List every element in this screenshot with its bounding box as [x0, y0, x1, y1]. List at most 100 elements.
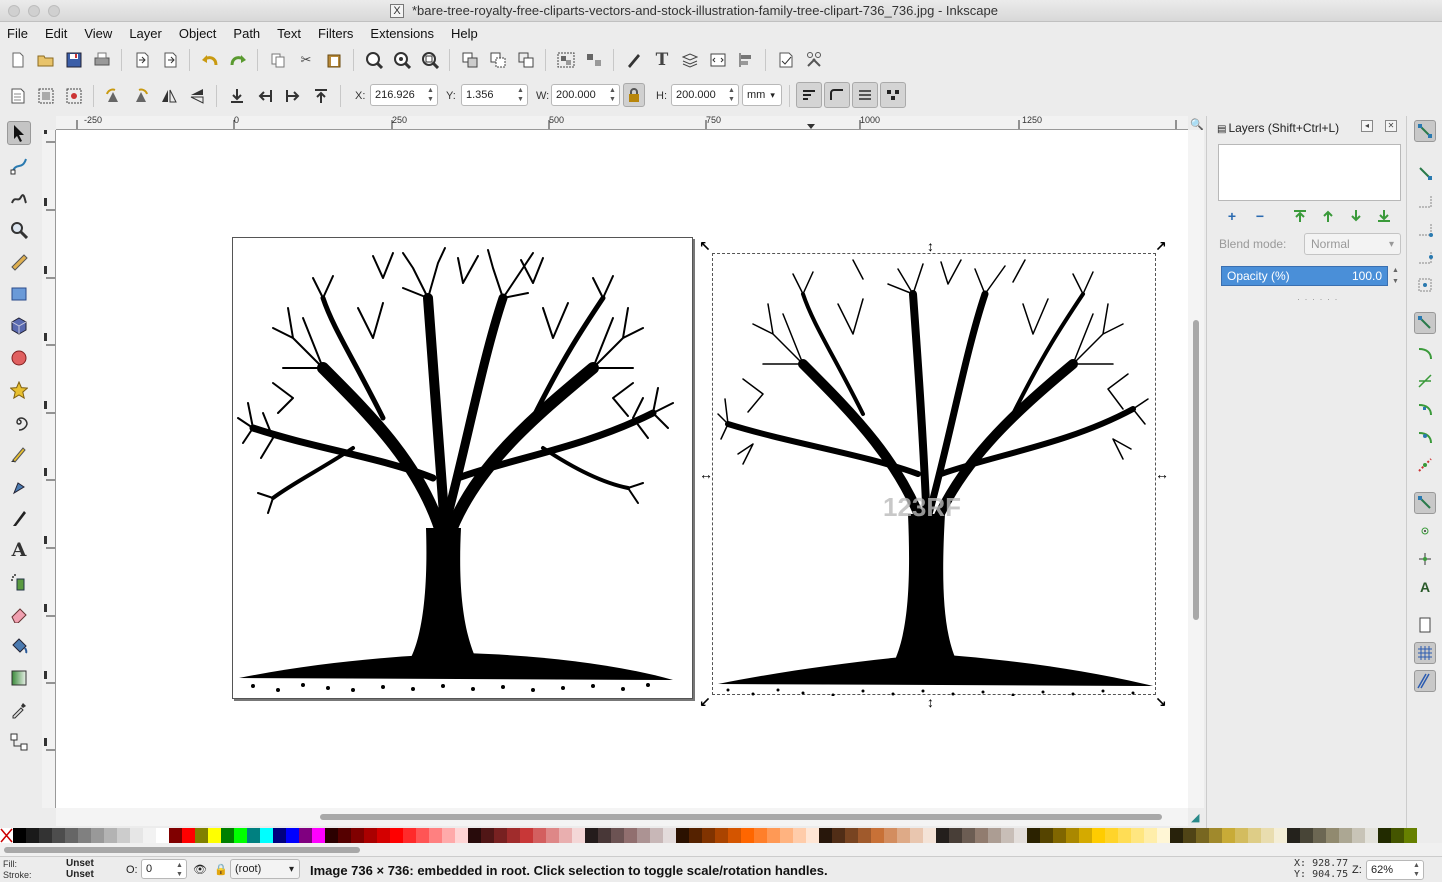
- tweak-tool-icon[interactable]: [7, 186, 31, 210]
- horizontal-scrollbar[interactable]: [56, 808, 1188, 826]
- color-swatch[interactable]: [182, 828, 195, 843]
- x-stepper[interactable]: ▲ ▼: [426, 86, 435, 104]
- dropper-tool-icon[interactable]: [7, 698, 31, 722]
- zoom-field[interactable]: 62% ▲ ▼: [1366, 860, 1424, 880]
- color-swatch[interactable]: [598, 828, 611, 843]
- panel-close-icon[interactable]: ✕: [1385, 120, 1397, 132]
- color-swatch[interactable]: [286, 828, 299, 843]
- paint-bucket-tool-icon[interactable]: [7, 634, 31, 658]
- color-swatch[interactable]: [1404, 828, 1417, 843]
- layer-list[interactable]: [1218, 144, 1401, 201]
- color-swatch[interactable]: [871, 828, 884, 843]
- zoom-page-icon[interactable]: [419, 49, 441, 71]
- calligraphy-tool-icon[interactable]: [7, 506, 31, 530]
- color-swatch[interactable]: [1079, 828, 1092, 843]
- snap-text-baseline-icon[interactable]: A: [1414, 576, 1436, 598]
- snap-enable-icon[interactable]: [1414, 120, 1436, 142]
- color-swatch[interactable]: [273, 828, 286, 843]
- color-swatch[interactable]: [429, 828, 442, 843]
- color-swatch[interactable]: [754, 828, 767, 843]
- panel-grip[interactable]: · · · · · ·: [1297, 294, 1339, 304]
- layer-visibility-icon[interactable]: 👁: [193, 863, 207, 876]
- lower-icon[interactable]: [254, 85, 276, 107]
- panel-iconify-icon[interactable]: ◂: [1361, 120, 1373, 132]
- stroke-value[interactable]: Unset: [66, 869, 94, 880]
- x-field[interactable]: 216.926 ▲ ▼: [370, 84, 438, 106]
- snap-paths-icon[interactable]: [1414, 342, 1436, 364]
- select-all-layers-icon[interactable]: [35, 85, 57, 107]
- color-swatch[interactable]: [1144, 828, 1157, 843]
- color-swatch[interactable]: [312, 828, 325, 843]
- color-swatch[interactable]: [741, 828, 754, 843]
- color-swatch[interactable]: [1339, 828, 1352, 843]
- zoom-tool-icon[interactable]: [7, 218, 31, 242]
- layer-lock-icon[interactable]: 🔒: [214, 863, 228, 876]
- color-swatch[interactable]: [689, 828, 702, 843]
- w-field[interactable]: 200.000 ▲ ▼: [551, 84, 620, 106]
- color-swatch[interactable]: [1261, 828, 1274, 843]
- color-swatch[interactable]: [507, 828, 520, 843]
- color-swatch[interactable]: [1196, 828, 1209, 843]
- xml-editor-icon[interactable]: [707, 49, 729, 71]
- color-swatch[interactable]: [1274, 828, 1287, 843]
- color-swatch[interactable]: [611, 828, 624, 843]
- color-swatch[interactable]: [806, 828, 819, 843]
- color-swatch[interactable]: [1378, 828, 1391, 843]
- flip-horizontal-icon[interactable]: [158, 85, 180, 107]
- color-swatch[interactable]: [78, 828, 91, 843]
- zoom-window-button[interactable]: [48, 5, 60, 17]
- color-swatch[interactable]: [260, 828, 273, 843]
- color-swatch[interactable]: [130, 828, 143, 843]
- copy-icon[interactable]: [267, 49, 289, 71]
- scale-handle-top-right[interactable]: ↗: [1155, 239, 1167, 253]
- color-swatch[interactable]: [247, 828, 260, 843]
- select-all-icon[interactable]: [7, 85, 29, 107]
- color-swatch[interactable]: [13, 828, 26, 843]
- color-swatch[interactable]: [637, 828, 650, 843]
- color-swatch[interactable]: [676, 828, 689, 843]
- blend-mode-select[interactable]: Normal ▾: [1304, 233, 1401, 255]
- ungroup-icon[interactable]: [583, 49, 605, 71]
- vertical-scrollbar[interactable]: [1188, 130, 1204, 808]
- color-swatch[interactable]: [884, 828, 897, 843]
- color-swatch[interactable]: [26, 828, 39, 843]
- scale-stroke-toggle[interactable]: [796, 82, 822, 108]
- transform-patterns-toggle[interactable]: [880, 82, 906, 108]
- color-swatch[interactable]: [1105, 828, 1118, 843]
- horizontal-scroll-thumb[interactable]: [320, 814, 1162, 820]
- minimize-window-button[interactable]: [28, 5, 40, 17]
- snap-bbox-corner-icon[interactable]: [1414, 218, 1436, 240]
- open-icon[interactable]: [35, 49, 57, 71]
- unlink-clone-icon[interactable]: [515, 49, 537, 71]
- document-properties-icon[interactable]: [775, 49, 797, 71]
- color-swatch[interactable]: [416, 828, 429, 843]
- snap-object-center-icon[interactable]: [1414, 520, 1436, 542]
- color-swatch[interactable]: [1248, 828, 1261, 843]
- color-swatch[interactable]: [325, 828, 338, 843]
- current-layer-select[interactable]: (root) ▾: [230, 859, 300, 879]
- snap-grid-icon[interactable]: [1414, 642, 1436, 664]
- color-swatch[interactable]: [117, 828, 130, 843]
- pen-tool-icon[interactable]: [7, 474, 31, 498]
- color-swatch[interactable]: [1040, 828, 1053, 843]
- color-swatch[interactable]: [1287, 828, 1300, 843]
- color-swatch[interactable]: [1053, 828, 1066, 843]
- color-swatch[interactable]: [1352, 828, 1365, 843]
- menu-object[interactable]: Object: [179, 26, 217, 41]
- snap-cusp-nodes-icon[interactable]: [1414, 398, 1436, 420]
- cut-icon[interactable]: ✂: [295, 49, 317, 71]
- original-tree-image[interactable]: 123RF: [713, 254, 1157, 697]
- color-swatch[interactable]: [1066, 828, 1079, 843]
- color-swatch[interactable]: [91, 828, 104, 843]
- color-swatch[interactable]: [962, 828, 975, 843]
- snap-others-icon[interactable]: [1414, 492, 1436, 514]
- color-swatch[interactable]: [572, 828, 585, 843]
- no-paint-swatch[interactable]: [0, 828, 13, 843]
- text-tool-icon[interactable]: A: [7, 538, 31, 562]
- snap-bbox-midpoint-icon[interactable]: [1414, 246, 1436, 268]
- color-swatch[interactable]: [728, 828, 741, 843]
- export-icon[interactable]: [159, 49, 181, 71]
- fill-value[interactable]: Unset: [66, 858, 94, 869]
- w-stepper[interactable]: ▲ ▼: [608, 86, 617, 104]
- color-swatch[interactable]: [481, 828, 494, 843]
